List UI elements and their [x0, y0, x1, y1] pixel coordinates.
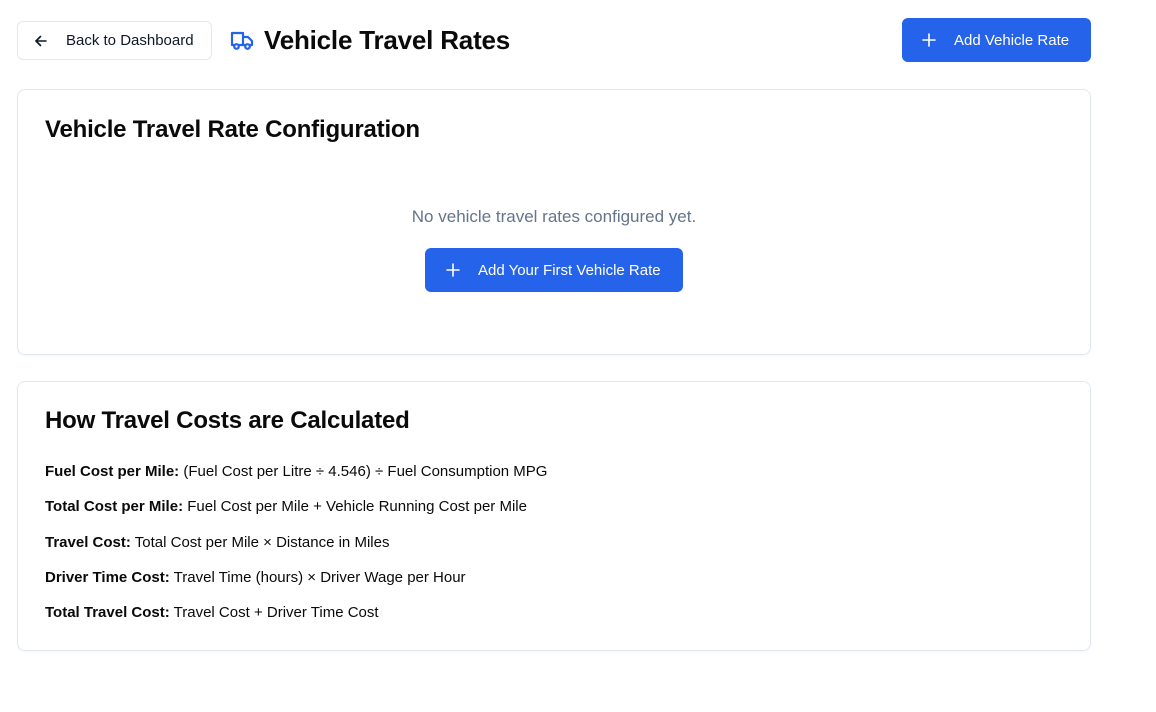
back-button-label: Back to Dashboard	[66, 32, 194, 49]
calculation-info-card: How Travel Costs are Calculated Fuel Cos…	[17, 381, 1091, 651]
formula-label: Fuel Cost per Mile:	[45, 463, 180, 480]
formula-text: (Fuel Cost per Litre ÷ 4.546) ÷ Fuel Con…	[179, 463, 548, 480]
rate-configuration-card: Vehicle Travel Rate Configuration No veh…	[17, 89, 1091, 355]
formula-total-cost-per-mile: Total Cost per Mile: Fuel Cost per Mile …	[45, 498, 527, 515]
formula-travel-cost: Travel Cost: Total Cost per Mile × Dista…	[45, 534, 389, 551]
formula-label: Total Cost per Mile:	[45, 498, 184, 515]
formula-total-travel-cost: Total Travel Cost: Travel Cost + Driver …	[45, 604, 379, 621]
formula-text: Travel Time (hours) × Driver Wage per Ho…	[169, 569, 466, 586]
page-header: Vehicle Travel Rates	[229, 24, 510, 56]
formula-label: Driver Time Cost:	[45, 569, 170, 586]
add-vehicle-rate-button[interactable]: Add Vehicle Rate	[902, 18, 1091, 62]
add-first-vehicle-rate-button[interactable]: Add Your First Vehicle Rate	[425, 248, 683, 292]
formula-text: Fuel Cost per Mile + Vehicle Running Cos…	[183, 498, 527, 515]
page: Back to Dashboard Vehicle Travel Rates A…	[0, 0, 1156, 712]
plus-icon	[444, 261, 462, 279]
truck-icon	[229, 27, 255, 53]
configuration-card-title: Vehicle Travel Rate Configuration	[45, 116, 420, 143]
add-vehicle-rate-label: Add Vehicle Rate	[954, 31, 1070, 49]
plus-icon	[920, 31, 938, 49]
formula-fuel-cost-per-mile: Fuel Cost per Mile: (Fuel Cost per Litre…	[45, 463, 547, 480]
formula-driver-time-cost: Driver Time Cost: Travel Time (hours) × …	[45, 569, 466, 586]
page-title: Vehicle Travel Rates	[264, 24, 511, 55]
formula-text: Travel Cost + Driver Time Cost	[169, 604, 379, 621]
add-first-vehicle-rate-label: Add Your First Vehicle Rate	[478, 261, 661, 279]
formula-label: Total Travel Cost:	[45, 604, 170, 621]
back-to-dashboard-button[interactable]: Back to Dashboard	[17, 21, 212, 60]
formula-text: Total Cost per Mile × Distance in Miles	[130, 534, 390, 551]
empty-state-text: No vehicle travel rates configured yet.	[411, 207, 697, 226]
calculation-card-title: How Travel Costs are Calculated	[45, 407, 410, 434]
formula-label: Travel Cost:	[45, 534, 131, 551]
arrow-left-icon	[32, 32, 50, 50]
